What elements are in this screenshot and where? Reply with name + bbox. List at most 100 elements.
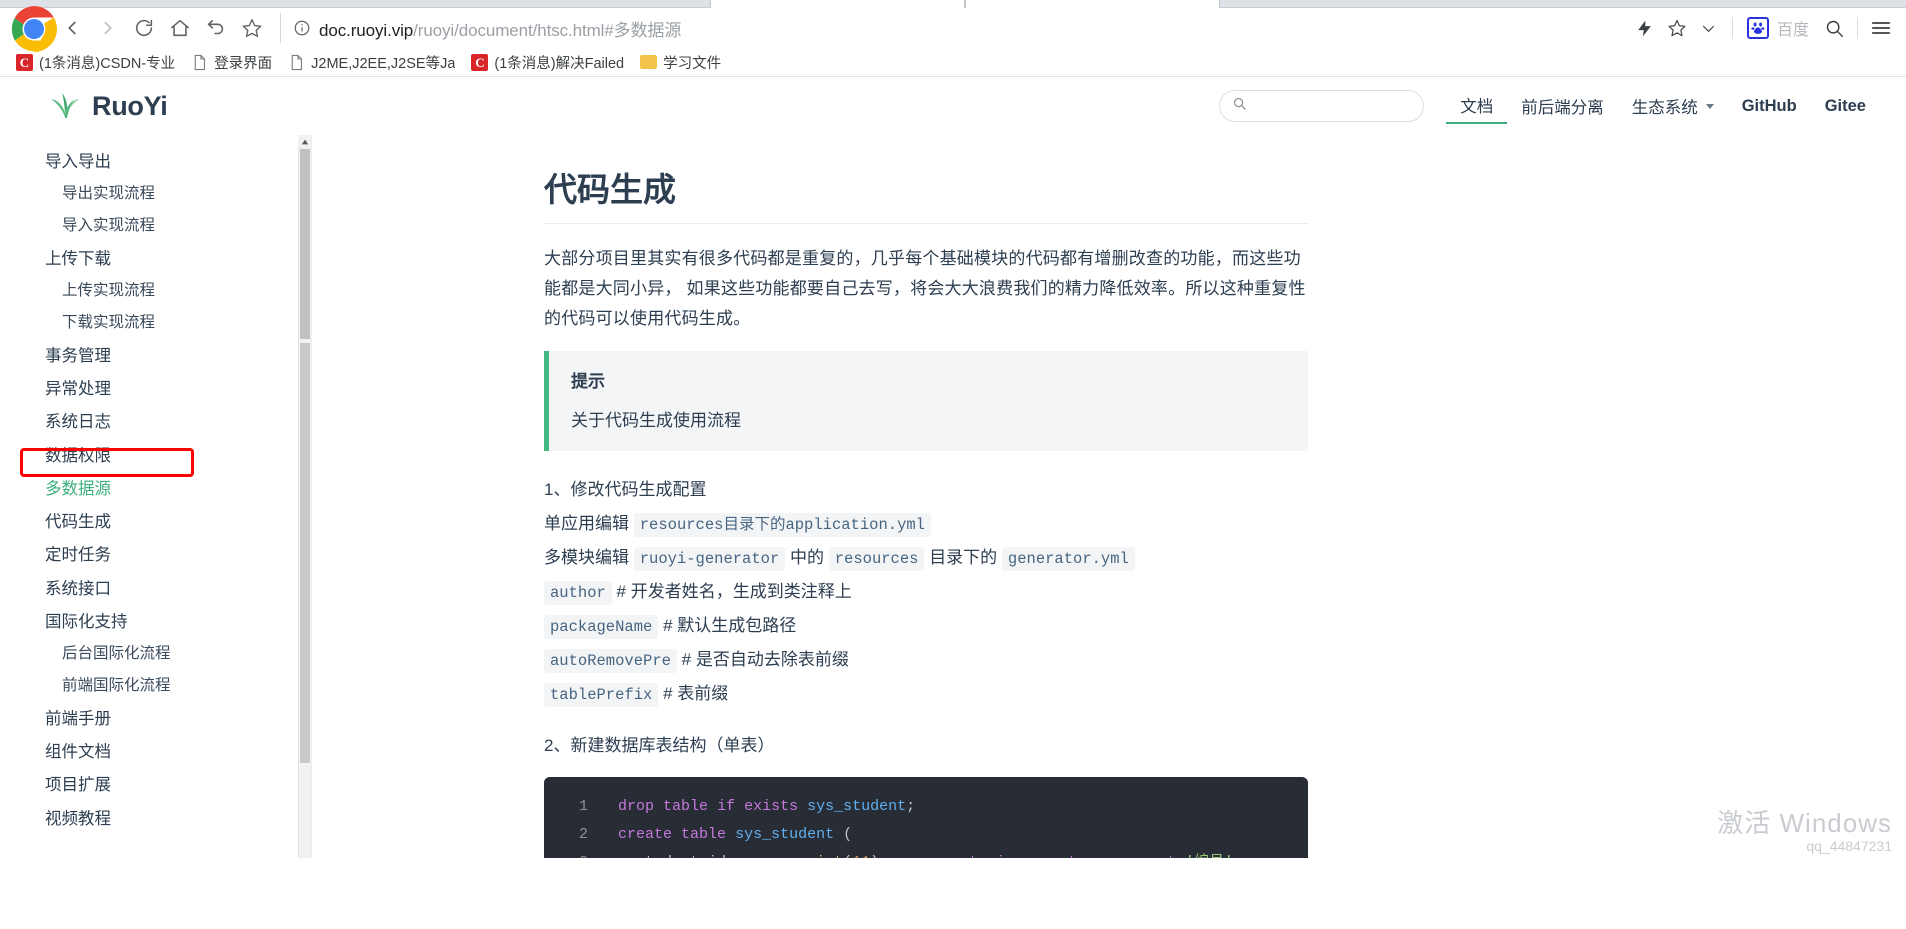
tip-callout: 提示 关于代码生成使用流程 <box>544 351 1308 452</box>
menu-icon[interactable] <box>1866 13 1896 43</box>
sidebar-item-upload-download[interactable]: 上传下载 <box>0 242 311 275</box>
sidebar-item-export-flow[interactable]: 导出实现流程 <box>0 178 311 210</box>
sidebar-item-project-extension[interactable]: 项目扩展 <box>0 769 311 802</box>
multi-module-prefix: 多模块编辑 <box>544 548 629 568</box>
browser-chrome: doc.ruoyi.vip/ruoyi/document/htsc.html#多… <box>0 0 1906 77</box>
param-key-tableprefix: tablePrefix <box>544 683 659 708</box>
param-key-autoremovepre: autoRemovePre <box>544 649 677 674</box>
toolbar-right-actions: 百度 <box>1630 13 1896 43</box>
param-comment-tableprefix: # 表前缀 <box>663 684 729 704</box>
sidebar-item-data-permission[interactable]: 数据权限 <box>0 439 311 472</box>
search-icon[interactable] <box>1819 13 1849 43</box>
address-bar[interactable]: doc.ruoyi.vip/ruoyi/document/htsc.html#多… <box>280 13 1630 43</box>
site-body: 导入导出 导出实现流程 导入实现流程 上传下载 上传实现流程 下载实现流程 事务… <box>0 135 1906 858</box>
browser-toolbar: doc.ruoyi.vip/ruoyi/document/htsc.html#多… <box>0 6 1906 52</box>
nav-item-gitee[interactable]: Gitee <box>1811 88 1880 124</box>
scroll-up-arrow-icon[interactable] <box>298 135 311 148</box>
page-icon <box>291 54 303 70</box>
nav-label: 生态系统 <box>1631 99 1698 117</box>
page-title: 代码生成 <box>544 163 1308 224</box>
sidebar-item-system-interface[interactable]: 系统接口 <box>0 572 311 605</box>
info-circle-icon[interactable] <box>293 19 311 37</box>
sidebar-item-upload-flow[interactable]: 上传实现流程 <box>0 275 311 307</box>
nav-label: 前后端分离 <box>1521 99 1604 117</box>
sidebar-item-frontend-i18n-flow[interactable]: 前端国际化流程 <box>0 671 311 703</box>
tip-body: 关于代码生成使用流程 <box>571 411 741 431</box>
sidebar-item-i18n[interactable]: 国际化支持 <box>0 605 311 638</box>
url-path: /ruoyi/document/htsc.html#多数据源 <box>413 20 682 40</box>
csdn-icon: C <box>471 53 489 71</box>
search-box[interactable] <box>1219 90 1437 122</box>
code-line-1: drop table if exists sys_student; <box>618 798 916 816</box>
chevron-down-icon[interactable] <box>1694 13 1724 43</box>
step1-title: 1、修改代码生成配置 <box>544 480 707 500</box>
sidebar-item-import-export[interactable]: 导入导出 <box>0 145 311 178</box>
sidebar-item-frontend-manual[interactable]: 前端手册 <box>0 702 311 735</box>
nav-item-docs[interactable]: 文档 <box>1446 88 1508 124</box>
sql-code-block[interactable]: 1 2 3 drop table if exists sys_student;cre… <box>544 777 1308 858</box>
sidebar-scrollbar-thumb[interactable] <box>300 149 310 339</box>
grass-leaf-icon <box>48 89 82 124</box>
page-viewport: RuoYi 文档 前后端分离 生态系统 GitHub Gitee 导入导出 导出… <box>0 77 1906 858</box>
sidebar-item-scheduled-task[interactable]: 定时任务 <box>0 539 311 572</box>
search-icon <box>1232 96 1247 116</box>
sidebar-item-multi-datasource[interactable]: 多数据源 <box>0 472 311 505</box>
chrome-logo-icon <box>8 3 57 52</box>
url-host: doc.ruoyi.vip <box>319 20 414 40</box>
browser-tab[interactable] <box>710 0 965 8</box>
single-app-edit-line: 单应用编辑 resources目录下的application.yml <box>544 507 1308 541</box>
tip-title: 提示 <box>571 372 605 392</box>
line-number: 2 <box>578 826 588 843</box>
param-line-author: author # 开发者姓名，生成到类注释上 <box>544 575 1308 609</box>
bookmark-label: (1条消息)解决Failed <box>494 55 625 72</box>
nav-label: Gitee <box>1824 96 1866 115</box>
toolbar-divider <box>1857 17 1858 39</box>
baidu-label: 百度 <box>1776 22 1809 39</box>
sidebar-item-code-generation[interactable]: 代码生成 <box>0 506 311 539</box>
nav-label: 文档 <box>1460 98 1494 116</box>
step2-title: 2、新建数据库表结构（单表） <box>544 736 775 756</box>
sidebar-item-transaction[interactable]: 事务管理 <box>0 339 311 372</box>
bookmark-item[interactable]: 登录界面 <box>183 50 280 75</box>
param-line-autoremovepre: autoRemovePre # 是否自动去除表前缀 <box>544 643 1308 677</box>
nav-item-ecosystem[interactable]: 生态系统 <box>1618 88 1728 124</box>
bookmark-star-button[interactable] <box>234 10 270 46</box>
reload-button[interactable] <box>126 10 162 46</box>
browser-tab[interactable] <box>965 0 1220 8</box>
site-header: RuoYi 文档 前后端分离 生态系统 GitHub Gitee <box>0 77 1906 135</box>
star-icon[interactable] <box>1662 13 1692 43</box>
sidebar-item-exception[interactable]: 异常处理 <box>0 372 311 405</box>
param-key-author: author <box>544 581 612 606</box>
sidebar-scrollbar-thumb-lower[interactable] <box>300 343 310 763</box>
forward-button[interactable] <box>90 10 126 46</box>
lightning-icon[interactable] <box>1630 13 1660 43</box>
sidebar-item-import-flow[interactable]: 导入实现流程 <box>0 210 311 242</box>
nav-item-github[interactable]: GitHub <box>1728 88 1811 124</box>
site-brand[interactable]: RuoYi <box>48 89 168 124</box>
sidebar-item-video-tutorial[interactable]: 视频教程 <box>0 802 311 835</box>
param-comment-packagename: # 默认生成包路径 <box>663 616 797 636</box>
sidebar-item-download-flow[interactable]: 下载实现流程 <box>0 307 311 339</box>
nav-item-separation[interactable]: 前后端分离 <box>1507 88 1618 124</box>
code-line-numbers: 1 2 3 <box>544 777 602 858</box>
history-back-button[interactable] <box>198 10 234 46</box>
param-comment-autoremovepre: # 是否自动去除表前缀 <box>681 650 849 670</box>
bookmark-label: 登录界面 <box>214 55 273 72</box>
multi-module-code-2: resources <box>828 547 925 572</box>
bookmark-item[interactable]: C (1条消息)解决Failed <box>463 50 632 75</box>
bookmark-label: J2ME,J2EE,J2SE等Ja <box>311 55 456 72</box>
sidebar-item-syslog[interactable]: 系统日志 <box>0 406 311 439</box>
baidu-icon[interactable] <box>1746 17 1769 39</box>
single-app-code: resources目录下的application.yml <box>633 513 931 538</box>
code-lines: drop table if exists sys_student;create … <box>602 777 1308 858</box>
home-button[interactable] <box>162 10 198 46</box>
sidebar-item-backend-i18n-flow[interactable]: 后台国际化流程 <box>0 639 311 671</box>
search-input[interactable] <box>1255 98 1437 114</box>
sidebar-item-component-docs[interactable]: 组件文档 <box>0 736 311 769</box>
doc-content: 代码生成 大部分项目里其实有很多代码都是重复的，几乎每个基础模块的代码都有增删改… <box>312 135 1906 858</box>
bookmark-item[interactable]: J2ME,J2EE,J2SE等Ja <box>280 50 463 75</box>
bookmark-item[interactable]: 学习文件 <box>632 50 729 75</box>
bookmarks-bar: C (1条消息)CSDN-专业 登录界面 J2ME,J2EE,J2SE等Ja C… <box>0 48 1906 77</box>
code-line-2: create table sys_student ( <box>618 826 853 843</box>
tab-strip[interactable] <box>0 0 1906 8</box>
